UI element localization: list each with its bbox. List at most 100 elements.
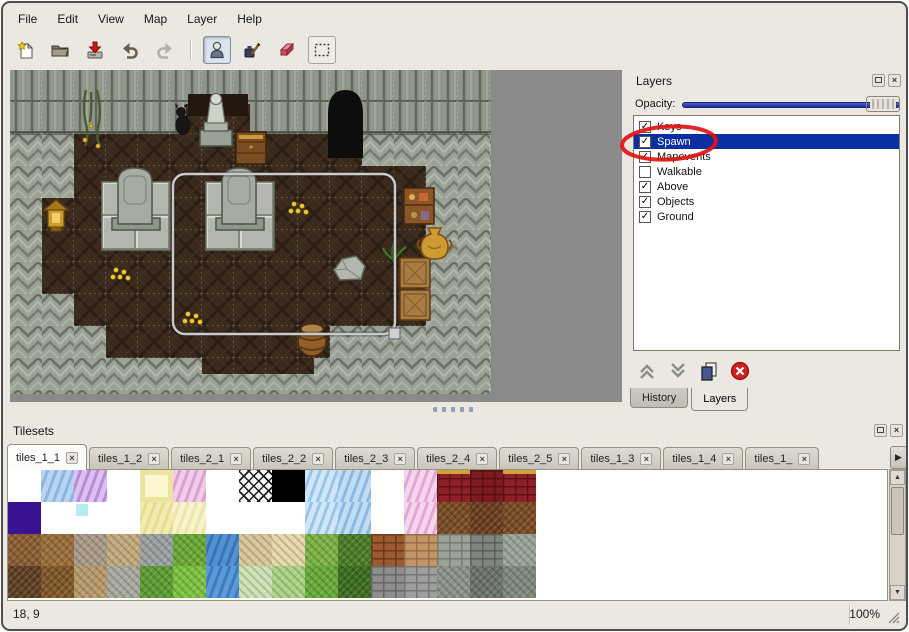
palette-tile[interactable] xyxy=(371,502,404,534)
palette-tile[interactable] xyxy=(173,502,206,534)
selection-handle[interactable] xyxy=(389,328,400,339)
tabs-scroll-right-button[interactable]: ▶ xyxy=(890,446,907,469)
palette-tile[interactable] xyxy=(8,566,41,598)
tileset-tab-tiles_2_4[interactable]: tiles_2_4× xyxy=(417,447,497,470)
close-tab-icon[interactable]: × xyxy=(558,453,570,465)
close-tab-icon[interactable]: × xyxy=(394,453,406,465)
palette-tile[interactable] xyxy=(8,534,41,566)
close-tab-icon[interactable]: × xyxy=(476,453,488,465)
close-tab-icon[interactable]: × xyxy=(230,453,242,465)
layer-checkbox[interactable] xyxy=(639,166,651,178)
menu-view[interactable]: View xyxy=(88,9,134,29)
raise-layer-button[interactable] xyxy=(635,359,659,383)
palette-tile[interactable] xyxy=(272,502,305,534)
palette-tile[interactable] xyxy=(173,470,206,502)
close-tab-icon[interactable]: × xyxy=(66,452,78,464)
menu-edit[interactable]: Edit xyxy=(47,9,88,29)
layer-checkbox[interactable]: ✓ xyxy=(639,121,651,133)
palette-tile[interactable] xyxy=(140,566,173,598)
layer-checkbox[interactable]: ✓ xyxy=(639,196,651,208)
palette-tile[interactable] xyxy=(272,534,305,566)
layer-checkbox[interactable]: ✓ xyxy=(639,151,651,163)
close-tab-icon[interactable]: × xyxy=(640,453,652,465)
menu-layer[interactable]: Layer xyxy=(177,9,227,29)
palette-tile[interactable] xyxy=(41,470,74,502)
layer-checkbox[interactable]: ✓ xyxy=(639,181,651,193)
layer-row-keys[interactable]: ✓Keys xyxy=(634,119,899,134)
lower-layer-button[interactable] xyxy=(666,359,690,383)
palette-tile[interactable] xyxy=(503,566,536,598)
menu-file[interactable]: File xyxy=(8,9,47,29)
palette-tile[interactable] xyxy=(41,566,74,598)
dock-tab-history[interactable]: History xyxy=(630,388,688,408)
tileset-tab-tiles_1_[interactable]: tiles_1_× xyxy=(745,447,819,470)
delete-layer-button[interactable] xyxy=(728,359,752,383)
tileset-tab-tiles_2_3[interactable]: tiles_2_3× xyxy=(335,447,415,470)
palette-tile[interactable] xyxy=(140,534,173,566)
scroll-down-button[interactable]: ▼ xyxy=(890,585,905,600)
map-canvas[interactable] xyxy=(10,70,491,394)
palette-tile[interactable] xyxy=(305,566,338,598)
layers-float-button[interactable] xyxy=(872,74,885,87)
palette-tile[interactable] xyxy=(239,470,272,502)
palette-tile[interactable] xyxy=(107,470,140,502)
eraser-tool-button[interactable] xyxy=(273,36,301,64)
close-tab-icon[interactable]: × xyxy=(722,453,734,465)
palette-tile[interactable] xyxy=(338,470,371,502)
tileset-tab-tiles_1_1[interactable]: tiles_1_1× xyxy=(7,444,87,470)
palette-tile[interactable] xyxy=(404,470,437,502)
palette-tile[interactable] xyxy=(437,502,470,534)
palette-tile[interactable] xyxy=(206,470,239,502)
palette-tile[interactable] xyxy=(404,534,437,566)
palette-tile[interactable] xyxy=(305,534,338,566)
palette-tile[interactable] xyxy=(470,566,503,598)
map-viewport[interactable] xyxy=(10,70,622,402)
layer-row-spawn[interactable]: ✓Spawn xyxy=(634,134,899,149)
character-tool-button[interactable] xyxy=(203,36,231,64)
opacity-slider-handle[interactable] xyxy=(866,96,900,112)
palette-tile[interactable] xyxy=(140,470,173,502)
scrollbar-thumb[interactable] xyxy=(891,487,904,535)
palette-tile[interactable] xyxy=(470,534,503,566)
palette-tile[interactable] xyxy=(503,534,536,566)
layer-row-objects[interactable]: ✓Objects xyxy=(634,194,899,209)
palette-tile[interactable] xyxy=(74,566,107,598)
palette-tile[interactable] xyxy=(206,566,239,598)
palette-tile[interactable] xyxy=(338,534,371,566)
palette-tile[interactable] xyxy=(338,566,371,598)
dock-tab-layers[interactable]: Layers xyxy=(691,388,748,411)
palette-tile[interactable] xyxy=(305,502,338,534)
palette-tile[interactable] xyxy=(74,502,107,534)
palette-tile[interactable] xyxy=(437,566,470,598)
close-tab-icon[interactable]: × xyxy=(798,453,810,465)
palette-tile[interactable] xyxy=(239,502,272,534)
palette-tile[interactable] xyxy=(470,470,503,502)
layer-checkbox[interactable]: ✓ xyxy=(639,136,651,148)
palette-tile[interactable] xyxy=(470,502,503,534)
menu-help[interactable]: Help xyxy=(227,9,272,29)
palette-tile[interactable] xyxy=(404,566,437,598)
layer-list[interactable]: ✓Keys✓Spawn✓MapeventsWalkable✓Above✓Obje… xyxy=(633,115,900,351)
palette-tile[interactable] xyxy=(503,470,536,502)
layer-row-walkable[interactable]: Walkable xyxy=(634,164,899,179)
scroll-up-button[interactable]: ▲ xyxy=(890,470,905,485)
layer-row-ground[interactable]: ✓Ground xyxy=(634,209,899,224)
palette-tile[interactable] xyxy=(239,566,272,598)
palette-tile[interactable] xyxy=(8,470,41,502)
palette-tile[interactable] xyxy=(173,566,206,598)
open-map-button[interactable] xyxy=(46,36,74,64)
save-map-button[interactable] xyxy=(81,36,109,64)
palette-tile[interactable] xyxy=(503,502,536,534)
paint-tool-button[interactable] xyxy=(238,36,266,64)
tileset-tab-tiles_1_4[interactable]: tiles_1_4× xyxy=(663,447,743,470)
undo-button[interactable] xyxy=(116,36,144,64)
palette-tile[interactable] xyxy=(8,502,41,534)
tilesets-float-button[interactable] xyxy=(874,424,887,437)
tileset-tab-tiles_2_1[interactable]: tiles_2_1× xyxy=(171,447,251,470)
palette-tile[interactable] xyxy=(173,534,206,566)
palette-tile[interactable] xyxy=(371,566,404,598)
tileset-tab-tiles_2_2[interactable]: tiles_2_2× xyxy=(253,447,333,470)
tileset-tab-tiles_1_3[interactable]: tiles_1_3× xyxy=(581,447,661,470)
palette-tile[interactable] xyxy=(437,470,470,502)
palette-tile[interactable] xyxy=(239,534,272,566)
